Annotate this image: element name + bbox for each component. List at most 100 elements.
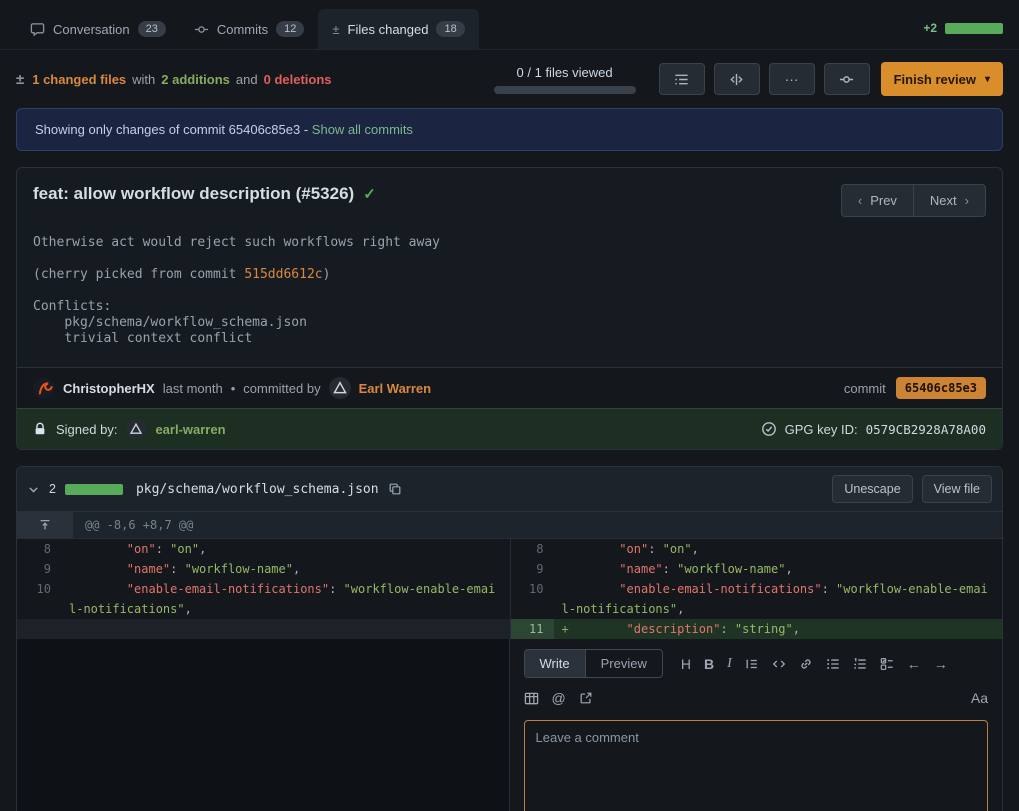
- tab-conversation[interactable]: Conversation 23: [16, 9, 180, 49]
- diff-options-button[interactable]: ···: [769, 63, 815, 95]
- outdent-arrow-icon[interactable]: ←: [907, 656, 921, 672]
- bullet-separator: •: [231, 381, 236, 396]
- left-line-number[interactable]: 10: [17, 579, 61, 619]
- banner-text: Showing only changes of commit 65406c85e…: [35, 122, 308, 137]
- split-view-icon: [729, 72, 744, 87]
- gpg-key-value: 0579CB2928A78A00: [866, 422, 986, 437]
- addition-sign: +: [562, 622, 569, 636]
- changed-files-link[interactable]: 1 changed files: [32, 72, 126, 87]
- committed-by-text: committed by: [243, 381, 320, 396]
- code-indent: [562, 542, 620, 556]
- unordered-list-icon[interactable]: [826, 657, 840, 671]
- right-line-number[interactable]: 11: [510, 619, 554, 639]
- collapse-chevron-icon[interactable]: [27, 483, 40, 496]
- json-key: "on": [619, 542, 648, 556]
- code-icon[interactable]: [772, 657, 786, 671]
- italic-icon[interactable]: I: [727, 656, 732, 672]
- left-empty-placeholder: [17, 619, 510, 639]
- json-value: "workflow-name": [677, 562, 785, 576]
- copy-filename-icon[interactable]: [388, 482, 402, 496]
- json-colon: :: [156, 542, 170, 556]
- diff-file-header: 2 pkg/schema/workflow_schema.json Unesca…: [17, 467, 1002, 512]
- commit-message-line: Otherwise act would reject such workflow…: [33, 235, 986, 251]
- committer-avatar[interactable]: [329, 377, 351, 399]
- signer-avatar[interactable]: [126, 419, 146, 439]
- commit-icon: [194, 22, 209, 37]
- comment-editor: Write Preview H B I: [510, 639, 1003, 811]
- right-line-number[interactable]: 10: [510, 579, 554, 619]
- reference-icon[interactable]: [579, 691, 593, 705]
- left-code-line: "enable-email-notifications": "workflow-…: [61, 579, 510, 619]
- commit-filter-banner: Showing only changes of commit 65406c85e…: [16, 108, 1003, 151]
- commit-title-text: feat: allow workflow description (#5326): [33, 184, 354, 204]
- commit-sha-badge[interactable]: 65406c85e3: [896, 377, 986, 399]
- commit-select-button[interactable]: [824, 63, 870, 95]
- author-name[interactable]: ChristopherHX: [63, 381, 155, 396]
- right-line-number[interactable]: 8: [510, 539, 554, 559]
- table-icon[interactable]: [524, 691, 539, 706]
- heading-icon[interactable]: H: [681, 656, 691, 672]
- json-comma: ,: [293, 562, 300, 576]
- code-indent: [69, 542, 127, 556]
- left-line-number[interactable]: 9: [17, 559, 61, 579]
- bold-icon[interactable]: B: [704, 656, 714, 672]
- comment-row-left-empty: [17, 639, 510, 811]
- json-key: "enable-email-notifications": [619, 582, 821, 596]
- diff-toolbar: 0 / 1 files viewed ··· Finish review ▾: [494, 62, 1003, 96]
- hunk-header: @@ -8,6 +8,7 @@: [17, 512, 1002, 539]
- commit-icon: [839, 72, 854, 87]
- commit-label: commit: [844, 381, 886, 396]
- mention-icon[interactable]: @: [552, 690, 566, 706]
- json-key: "name": [619, 562, 662, 576]
- tab-commits-label: Commits: [217, 22, 268, 37]
- diff-icon: ±: [332, 22, 339, 37]
- signer-name[interactable]: earl-warren: [155, 422, 225, 437]
- file-tree-icon: [674, 72, 689, 87]
- with-text: with: [132, 72, 155, 87]
- unescape-button[interactable]: Unescape: [832, 475, 912, 503]
- diff-filename: pkg/schema/workflow_schema.json: [136, 482, 379, 497]
- hunk-range: @@ -8,6 +8,7 @@: [73, 512, 205, 538]
- link-icon[interactable]: [799, 657, 813, 671]
- lock-icon: [33, 422, 47, 436]
- prev-label: Prev: [870, 193, 897, 208]
- author-avatar[interactable]: [33, 377, 55, 399]
- cherry-pick-sha-link[interactable]: 515dd6612c: [244, 267, 322, 282]
- pr-tabbar: Conversation 23 Commits 12 ± Files chang…: [0, 0, 1019, 50]
- committer-name[interactable]: Earl Warren: [359, 381, 432, 396]
- tab-files-changed-label: Files changed: [348, 22, 429, 37]
- file-tree-toggle-button[interactable]: [659, 63, 705, 95]
- preview-tab[interactable]: Preview: [585, 650, 662, 677]
- next-label: Next: [930, 193, 957, 208]
- comment-textarea[interactable]: [524, 720, 989, 811]
- json-key: "name": [127, 562, 170, 576]
- quote-icon[interactable]: [745, 657, 759, 671]
- right-added-code-line: + "description": "string",: [554, 619, 1003, 639]
- commit-status-check-icon[interactable]: ✓: [363, 185, 376, 203]
- left-line-number[interactable]: 8: [17, 539, 61, 559]
- diff-view-toggle-button[interactable]: [714, 63, 760, 95]
- diff-summary: +2: [923, 21, 1003, 49]
- next-commit-button[interactable]: Next ›: [913, 184, 986, 217]
- signed-by-label: Signed by:: [56, 422, 117, 437]
- show-all-commits-link[interactable]: Show all commits: [312, 122, 413, 137]
- font-toggle-button[interactable]: Aa: [971, 690, 988, 706]
- tab-commits[interactable]: Commits 12: [180, 9, 319, 49]
- tab-commits-count: 12: [276, 21, 304, 37]
- cherry-pick-close: ): [323, 267, 331, 282]
- indent-arrow-icon[interactable]: →: [934, 656, 948, 672]
- tab-conversation-count: 23: [138, 21, 166, 37]
- prev-commit-button[interactable]: ‹ Prev: [841, 184, 913, 217]
- write-tab[interactable]: Write: [525, 650, 585, 677]
- code-indent: [562, 562, 620, 576]
- task-list-icon[interactable]: [880, 657, 894, 671]
- json-value: "on": [170, 542, 199, 556]
- finish-review-button[interactable]: Finish review ▾: [881, 62, 1003, 96]
- json-comma: ,: [199, 542, 206, 556]
- tab-files-changed[interactable]: ± Files changed 18: [318, 9, 478, 49]
- right-line-number[interactable]: 9: [510, 559, 554, 579]
- ordered-list-icon[interactable]: [853, 657, 867, 671]
- conversation-icon: [30, 22, 45, 37]
- view-file-button[interactable]: View file: [922, 475, 992, 503]
- expand-up-icon[interactable]: [17, 512, 73, 538]
